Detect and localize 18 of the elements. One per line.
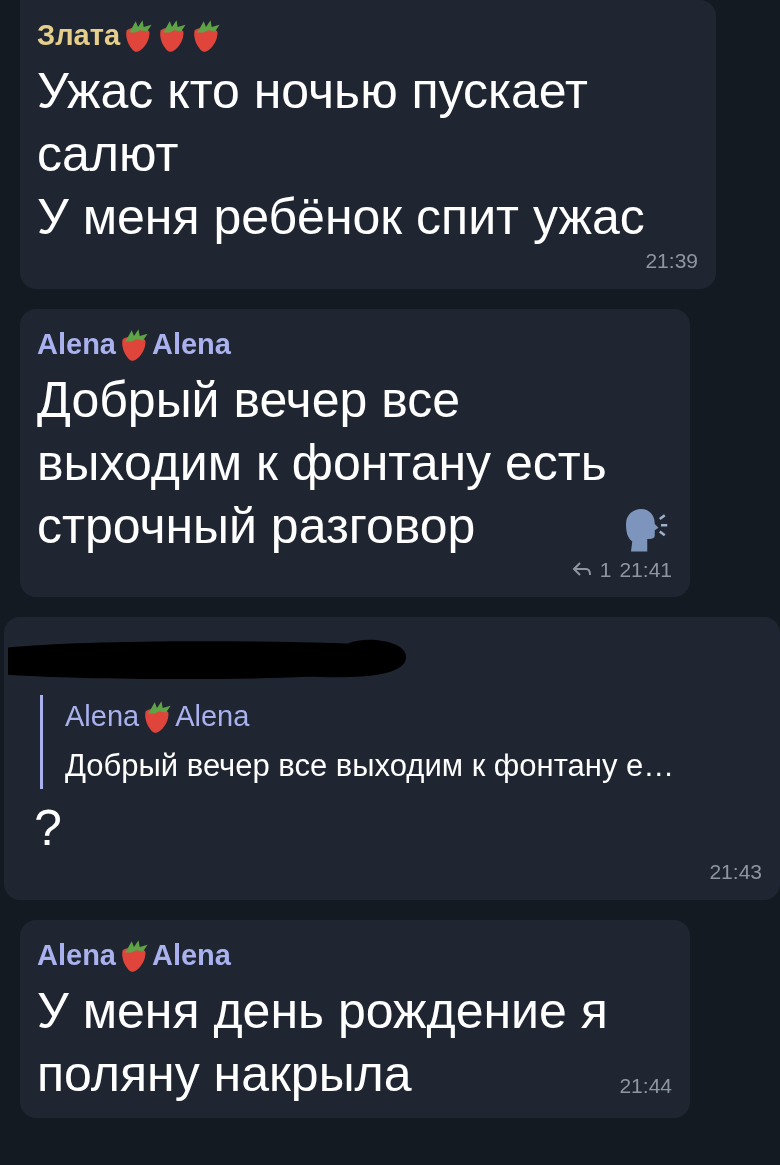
timestamp: 21:39 xyxy=(645,248,698,274)
timestamp: 21:44 xyxy=(619,1073,672,1099)
message-text: Ужас кто ночью пускает салют У меня ребёнок спит ужас xyxy=(37,62,645,247)
message-text: Добрый вечер все выходим к фонтану есть строчный разговор xyxy=(37,370,607,556)
timestamp: 21:43 xyxy=(709,859,762,885)
sender-name[interactable]: Alena xyxy=(152,933,231,978)
quoted-text: Добрый вечер все выходим к фонтану е… xyxy=(65,746,676,785)
reply-icon xyxy=(571,561,592,578)
message-text: У меня день рождение я поляну накрыла xyxy=(37,981,608,1104)
sender-name[interactable]: Alena xyxy=(175,695,250,739)
sender-name[interactable]: Alena xyxy=(65,695,140,739)
sender-name[interactable]: Злата xyxy=(37,14,121,58)
timestamp: 21:41 xyxy=(619,556,672,583)
sender-name[interactable]: Alena xyxy=(37,933,116,978)
sender-name[interactable]: Alena xyxy=(152,322,231,367)
message-text: ? xyxy=(34,799,62,858)
reply-count[interactable]: 1 xyxy=(599,553,612,585)
sender-name[interactable]: Alena xyxy=(37,322,116,367)
